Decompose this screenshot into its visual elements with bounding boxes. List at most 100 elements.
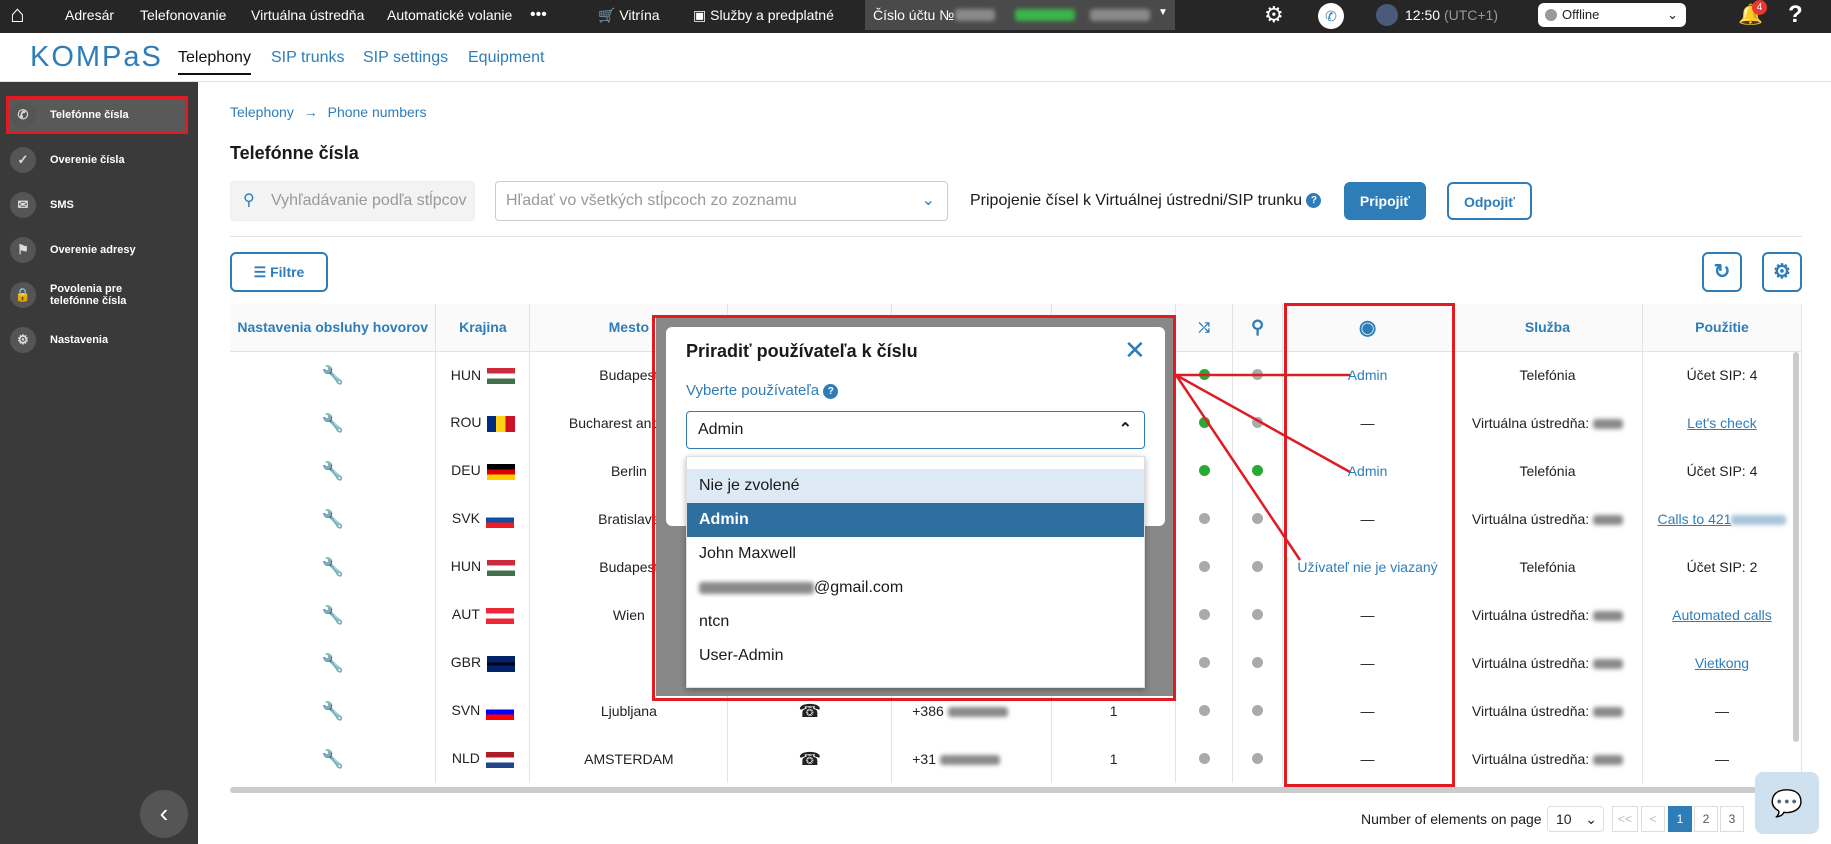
wrench-icon[interactable]: 🔧 xyxy=(322,557,344,577)
sidebar-item-permissions[interactable]: 🔒 Povolenia pre telefónne čísla xyxy=(6,276,188,314)
wrench-icon[interactable]: 🔧 xyxy=(322,653,344,673)
filters-button[interactable]: ☰ Filtre xyxy=(230,252,328,292)
status-dot-icon xyxy=(1252,705,1264,716)
option-gmail-user[interactable]: @gmail.com xyxy=(687,571,1144,605)
tab-sip-trunks[interactable]: SIP trunks xyxy=(271,49,345,67)
horizontal-scrollbar[interactable] xyxy=(230,787,1790,793)
page-3-button[interactable]: 3 xyxy=(1720,806,1744,832)
nav-services[interactable]: ▣ Služby a predplatné xyxy=(693,0,834,33)
wrench-icon[interactable]: 🔧 xyxy=(322,509,344,529)
usage-link[interactable]: Let's check xyxy=(1642,399,1803,447)
chevron-down-icon: ⌄ xyxy=(921,192,935,209)
user-cell[interactable]: — xyxy=(1282,735,1454,783)
sidebar-item-phone-numbers[interactable]: ✆ Telefónne čísla xyxy=(6,96,188,134)
more-menu-button[interactable]: ••• xyxy=(530,0,547,33)
user-cell[interactable]: — xyxy=(1282,591,1454,639)
col-location[interactable]: ⚲ xyxy=(1232,304,1284,352)
nav-shop[interactable]: 🛒 Vitrína xyxy=(598,0,660,33)
service-cell: Telefónia xyxy=(1452,543,1643,591)
gear-icon[interactable]: ⚙ xyxy=(1264,0,1284,33)
col-settings[interactable]: Nastavenia obsluhy hovorov xyxy=(230,304,437,352)
sidebar: ✆ Telefónne čísla ✓ Overenie čísla ✉ SMS ⚑ O… xyxy=(0,82,198,844)
tab-equipment[interactable]: Equipment xyxy=(468,49,545,67)
page-size-select[interactable]: 10 ⌄ xyxy=(1547,806,1604,832)
user-select[interactable]: Admin ⌃ xyxy=(686,411,1145,449)
wrench-icon[interactable]: 🔧 xyxy=(322,413,344,433)
collapse-sidebar-button[interactable]: ‹ xyxy=(140,790,188,838)
sidebar-item-sms[interactable]: ✉ SMS xyxy=(6,186,188,224)
user-cell[interactable]: Admin xyxy=(1282,351,1454,399)
nav-auto-calls[interactable]: Automatické volanie xyxy=(387,0,512,33)
table-settings-button[interactable]: ⚙ xyxy=(1762,252,1802,292)
breadcrumb-root[interactable]: Telephony xyxy=(230,104,294,120)
option-admin[interactable]: Admin xyxy=(687,503,1144,537)
chevron-down-icon: ▼ xyxy=(1158,7,1168,18)
close-icon[interactable]: ✕ xyxy=(1124,335,1146,366)
refresh-button[interactable]: ↻ xyxy=(1702,252,1742,292)
nav-address-book[interactable]: Adresár xyxy=(65,0,114,33)
column-search-placeholder: Hľadať vo všetkých stĺpcoch zo zoznamu xyxy=(506,192,797,209)
col-forwarding[interactable]: ⤮ xyxy=(1175,304,1234,352)
first-page-button[interactable]: << xyxy=(1612,806,1638,832)
user-cell[interactable]: Admin xyxy=(1282,447,1454,495)
tab-sip-settings[interactable]: SIP settings xyxy=(363,49,448,67)
breadcrumb-current: Phone numbers xyxy=(327,104,427,120)
vertical-scrollbar[interactable] xyxy=(1793,352,1799,742)
country-code: ROU xyxy=(450,414,482,431)
help-icon[interactable]: ? xyxy=(1788,0,1803,33)
status-dot-icon xyxy=(1198,657,1210,668)
wrench-icon[interactable]: 🔧 xyxy=(322,605,344,625)
flag-germany-icon xyxy=(486,463,515,480)
usage-link[interactable]: Automated calls xyxy=(1642,591,1803,639)
page-1-button[interactable]: 1 xyxy=(1668,806,1692,832)
wrench-icon[interactable]: 🔧 xyxy=(322,461,344,481)
nav-virtual-pbx[interactable]: Virtuálna ústredňa xyxy=(251,0,364,33)
help-icon[interactable]: ? xyxy=(1306,193,1322,209)
home-icon[interactable]: ⌂ xyxy=(10,0,25,33)
column-search-select[interactable]: Hľadať vo všetkých stĺpcoch zo zoznamu ⌄ xyxy=(495,181,948,221)
status-dot-icon xyxy=(1252,369,1264,381)
wrench-icon[interactable]: 🔧 xyxy=(322,701,344,721)
chevron-up-icon: ⌃ xyxy=(1118,421,1132,438)
user-cell[interactable]: Užívateľ nie je viazaný xyxy=(1282,543,1454,591)
user-cell[interactable]: — xyxy=(1282,639,1454,687)
connect-button[interactable]: Pripojiť xyxy=(1344,182,1426,220)
option-none[interactable]: Nie je zvolené xyxy=(687,469,1144,503)
wallet-icon: ▣ xyxy=(693,7,707,23)
lock-icon: 🔒 xyxy=(10,282,36,308)
option-john-maxwell[interactable]: John Maxwell xyxy=(687,537,1144,571)
usage-link[interactable]: Calls to 421 xyxy=(1642,495,1803,543)
table-row[interactable]: 🔧 NLD AMSTERDAM ☎ +31 1 — Virtuálna ústr… xyxy=(230,735,1803,783)
user-cell[interactable]: — xyxy=(1282,495,1454,543)
col-user[interactable]: ◉ xyxy=(1282,304,1454,352)
user-cell[interactable]: — xyxy=(1282,399,1454,447)
disconnect-button[interactable]: Odpojiť xyxy=(1447,182,1532,220)
status-dot-icon xyxy=(1252,417,1264,428)
tab-telephony[interactable]: Telephony xyxy=(178,49,251,75)
search-input[interactable]: ⚲ Vyhľadávanie podľa stĺpcov xyxy=(230,181,475,221)
nav-calls[interactable]: Telefonovanie xyxy=(140,0,226,33)
col-country[interactable]: Krajina xyxy=(435,304,531,352)
sidebar-item-settings[interactable]: ⚙ Nastavenia xyxy=(6,321,188,359)
col-service[interactable]: Služba xyxy=(1452,304,1643,352)
sidebar-item-label: Povolenia pre telefónne čísla xyxy=(50,283,127,307)
usage-link[interactable]: Vietkong xyxy=(1642,639,1803,687)
page-2-button[interactable]: 2 xyxy=(1694,806,1718,832)
phone-icon[interactable]: ✆ xyxy=(1318,3,1344,29)
col-usage[interactable]: Použitie xyxy=(1642,304,1803,352)
help-icon[interactable]: ? xyxy=(823,383,839,399)
prev-page-button[interactable]: < xyxy=(1641,806,1665,832)
option-ntcn[interactable]: ntcn xyxy=(687,605,1144,639)
option-user-admin[interactable]: User-Admin xyxy=(687,639,1144,673)
account-selector[interactable]: Číslo účtu № ▼ xyxy=(865,0,1175,30)
country-code: SVN xyxy=(451,702,481,719)
shop-label: Vitrína xyxy=(619,7,660,23)
user-cell[interactable]: — xyxy=(1282,687,1454,735)
wrench-icon[interactable]: 🔧 xyxy=(322,749,344,769)
avatar[interactable] xyxy=(1376,4,1398,26)
chat-button[interactable]: 💬 xyxy=(1755,772,1819,834)
sidebar-item-address-verification[interactable]: ⚑ Overenie adresy xyxy=(6,231,188,269)
status-select[interactable]: Offline ⌄ xyxy=(1538,3,1686,27)
wrench-icon[interactable]: 🔧 xyxy=(322,365,344,385)
sidebar-item-number-verification[interactable]: ✓ Overenie čísla xyxy=(6,141,188,179)
